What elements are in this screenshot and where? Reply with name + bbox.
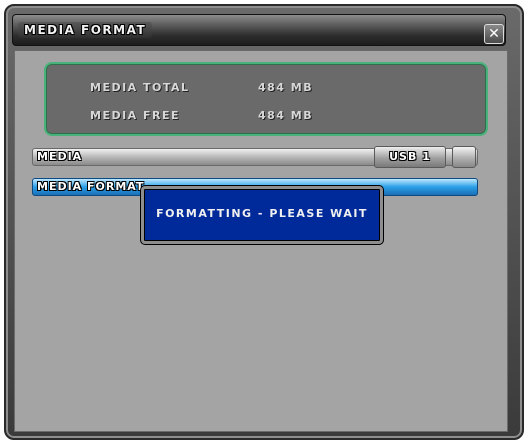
media-row-label: MEDIA xyxy=(37,150,83,163)
media-free-value: 484 MB xyxy=(258,109,314,122)
media-total-label: MEDIA TOTAL xyxy=(90,81,190,94)
media-info-panel xyxy=(44,62,488,136)
window-title: MEDIA FORMAT xyxy=(18,22,153,38)
media-device-dropdown-button[interactable] xyxy=(452,146,476,168)
formatting-popup: FORMATTING - PLEASE WAIT xyxy=(141,186,383,244)
close-icon: ✕ xyxy=(488,26,500,42)
media-total-value: 484 MB xyxy=(258,81,314,94)
media-total-row: MEDIA TOTAL 484 MB xyxy=(90,80,313,96)
media-format-row-label: MEDIA FORMAT xyxy=(37,180,145,193)
media-free-label: MEDIA FREE xyxy=(90,109,181,122)
popup-message: FORMATTING - PLEASE WAIT xyxy=(156,207,368,220)
media-free-row: MEDIA FREE 484 MB xyxy=(90,108,313,124)
media-device-select[interactable]: USB 1 xyxy=(374,146,446,168)
close-button[interactable]: ✕ xyxy=(484,24,504,44)
